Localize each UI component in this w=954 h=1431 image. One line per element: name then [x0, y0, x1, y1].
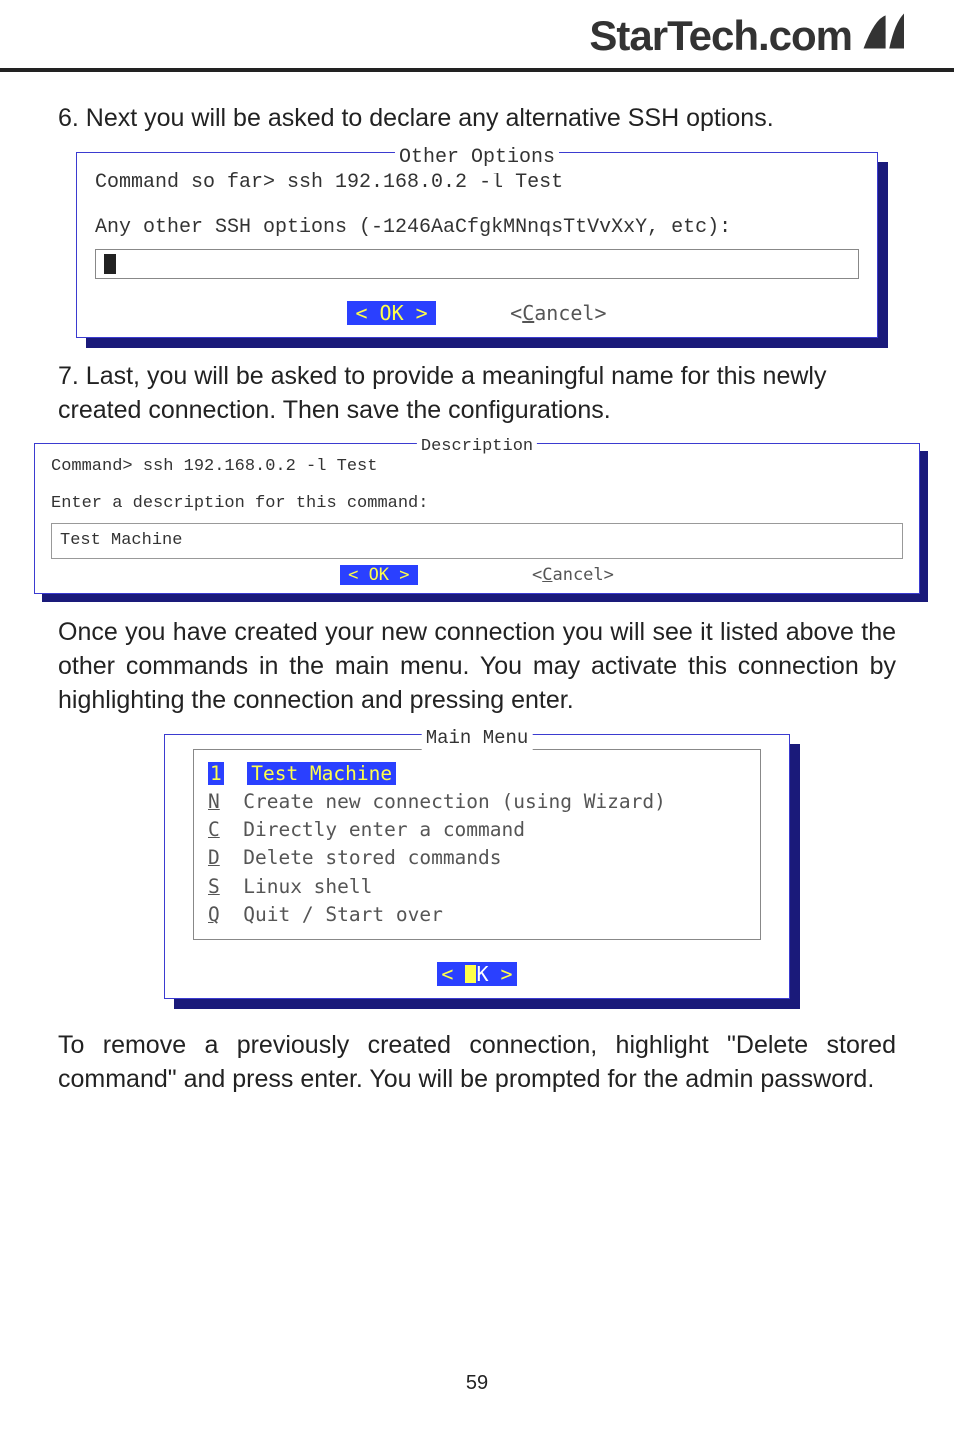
text-cursor: [104, 254, 116, 274]
cancel-button[interactable]: <Cancel>: [532, 565, 614, 585]
after-dialog-paragraph: Once you have created your new connectio…: [58, 616, 896, 717]
page-content: 6. Next you will be asked to declare any…: [0, 102, 954, 1097]
menu-item-direct-command[interactable]: C Directly enter a command: [208, 816, 746, 844]
brand-logo: StarTech.com: [589, 8, 904, 64]
menu-item-delete-stored[interactable]: D Delete stored commands: [208, 844, 746, 872]
ok-cursor: [465, 965, 476, 983]
cancel-button[interactable]: <Cancel>: [510, 301, 606, 325]
other-options-dialog: Other Options Command so far> ssh 192.16…: [76, 152, 878, 338]
main-menu-dialog: Main Menu 1 Test Machine N Create new co…: [164, 734, 790, 1000]
menu-item-quit[interactable]: Q Quit / Start over: [208, 901, 746, 929]
dialog-title: Main Menu: [422, 724, 533, 753]
description-prompt: Enter a description for this command:: [51, 491, 903, 517]
page-header: StarTech.com: [0, 0, 954, 72]
dialog-title: Description: [417, 434, 537, 460]
ssh-options-input[interactable]: [95, 249, 859, 279]
menu-item-create-connection[interactable]: N Create new connection (using Wizard): [208, 788, 746, 816]
brand-text: StarTech.com: [589, 12, 852, 60]
menu-list: 1 Test Machine N Create new connection (…: [193, 749, 761, 941]
ok-button[interactable]: < K >: [437, 962, 516, 986]
menu-item-linux-shell[interactable]: S Linux shell: [208, 873, 746, 901]
description-dialog: Description Command> ssh 192.168.0.2 -l …: [34, 443, 920, 594]
step-7-text: 7. Last, you will be asked to provide a …: [58, 360, 896, 428]
brand-icon: [858, 8, 904, 64]
ok-button[interactable]: < OK >: [347, 301, 435, 325]
ssh-options-prompt: Any other SSH options (-1246AaCfgkMNnqsT…: [95, 212, 859, 243]
description-value: Test Machine: [60, 528, 182, 554]
page-number: 59: [0, 1372, 954, 1395]
ok-button[interactable]: < OK >: [340, 565, 417, 585]
step-6-text: 6. Next you will be asked to declare any…: [58, 102, 896, 136]
last-paragraph: To remove a previously created connectio…: [58, 1029, 896, 1097]
dialog-title: Other Options: [395, 142, 559, 173]
menu-item-test-machine[interactable]: 1 Test Machine: [208, 760, 746, 788]
description-input[interactable]: Test Machine: [51, 523, 903, 559]
